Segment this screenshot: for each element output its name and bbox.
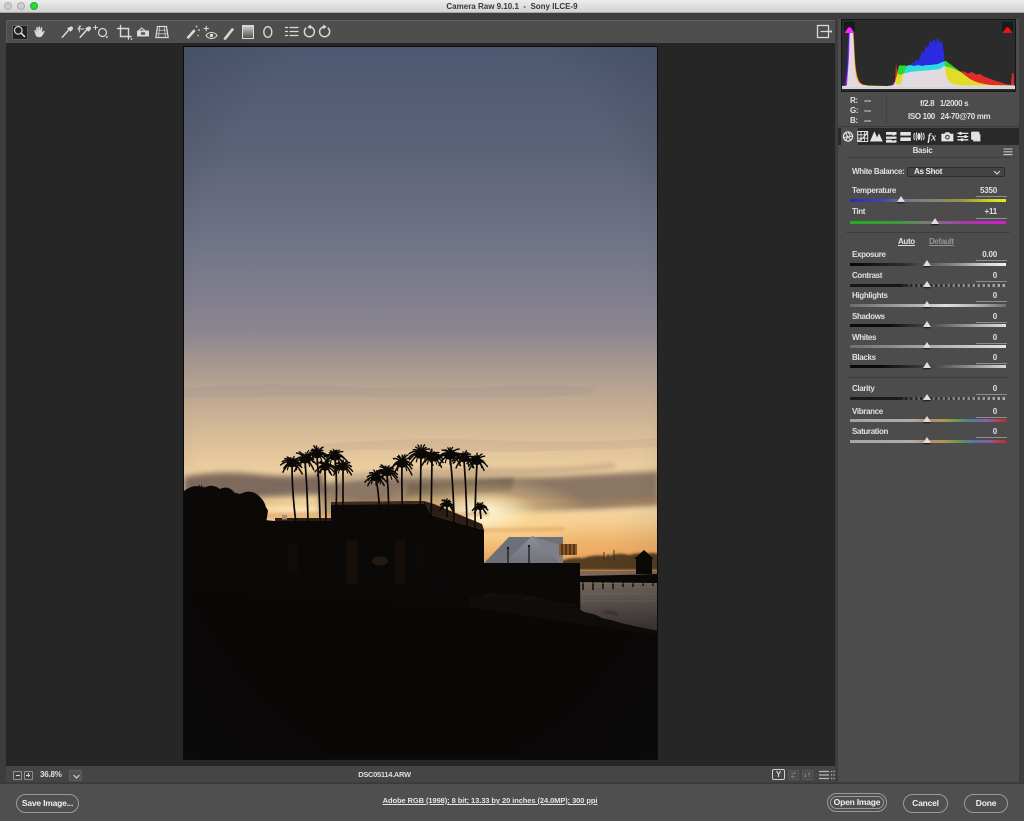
- svg-text:fx: fx: [928, 133, 937, 144]
